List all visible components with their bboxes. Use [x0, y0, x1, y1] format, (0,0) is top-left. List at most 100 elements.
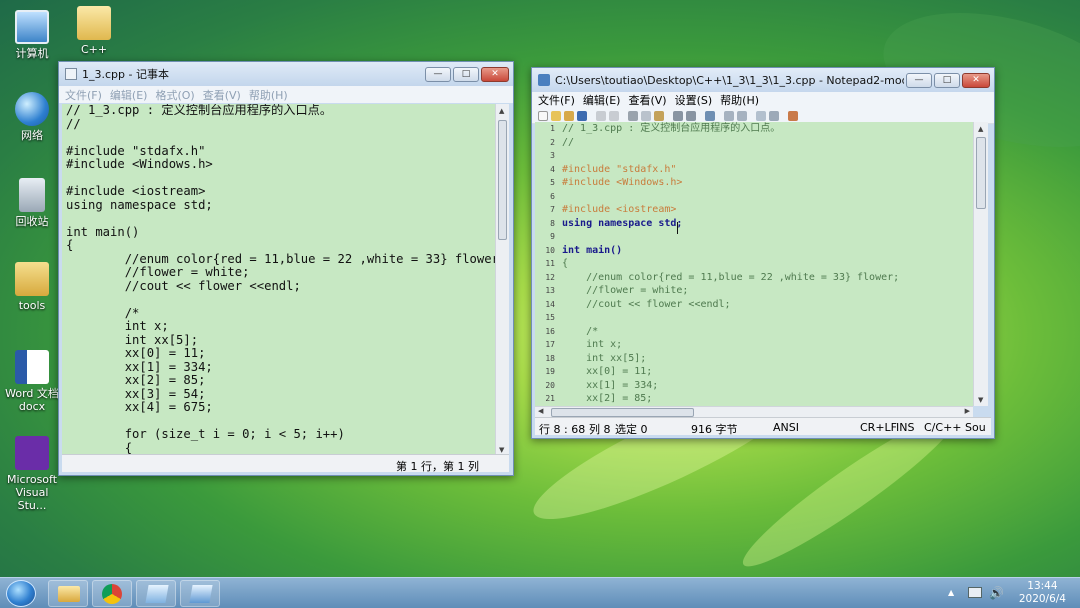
desktop-icon-visual-studio[interactable]: Microsoft Visual Stu...	[0, 436, 64, 512]
notepad-window[interactable]: 1_3.cpp - 记事本 — □ ✕ 文件(F) 编辑(E) 格式(O) 查看…	[58, 61, 514, 476]
scroll-right-arrow-icon[interactable]: ▶	[965, 407, 970, 415]
desktop-icon-word-doc[interactable]: Word 文档 docx	[0, 350, 64, 413]
notepad-code-line: for (size_t i = 0; i < 5; i++)	[66, 427, 345, 441]
settings-icon[interactable]	[769, 110, 779, 121]
menu-file[interactable]: 文件(F)	[538, 92, 575, 108]
notepad-code-line	[66, 415, 491, 429]
desktop-icon-tools[interactable]: tools	[0, 262, 64, 312]
volume-icon[interactable]: 🔊	[989, 586, 1004, 600]
line-number: 17	[545, 340, 555, 349]
clock-time: 13:44	[1027, 580, 1058, 592]
notepad2-code-line: int x;	[562, 339, 623, 350]
notepad2-code-line	[562, 149, 899, 163]
zoom-in-icon[interactable]	[724, 110, 734, 121]
scroll-up-arrow-icon[interactable]: ▲	[499, 107, 504, 115]
restore-button[interactable]: □	[453, 66, 479, 82]
notepad-code-line: xx[4] = 675;	[66, 400, 213, 414]
start-button[interactable]	[6, 580, 36, 607]
notepad2-code-line: xx[2] = 85;	[562, 393, 653, 404]
desktop-icon-network[interactable]: 网络	[0, 92, 64, 142]
line-number: 19	[545, 367, 555, 376]
menu-format[interactable]: 格式(O)	[155, 87, 194, 103]
notepad2-editor[interactable]: 1 2 3 4 5 6 7 8 9 10 11 12 13 14 15 16 17 18 19 20 21 // 1_3…	[535, 122, 988, 406]
desktop-icon-label: C++	[80, 43, 108, 56]
notepad-titlebar[interactable]: 1_3.cpp - 记事本 — □ ✕	[59, 62, 513, 86]
desktop-icon-cpp-folder[interactable]: C++	[62, 6, 126, 56]
desktop-icon-label-line2: docx	[18, 400, 46, 413]
new-file-icon[interactable]	[538, 110, 548, 121]
desktop-icon-label: 回收站	[15, 215, 49, 228]
notepad2-code-line: xx[0] = 11;	[562, 366, 653, 377]
menu-view[interactable]: 查看(V)	[203, 87, 241, 103]
desktop-icon-recycle-bin[interactable]: 回收站	[0, 178, 64, 228]
notepad2-vertical-scrollbar[interactable]: ▲ ▼	[973, 122, 988, 406]
line-number: 12	[545, 272, 555, 282]
notepad-title: 1_3.cpp - 记事本	[82, 68, 169, 81]
scroll-left-arrow-icon[interactable]: ◀	[538, 407, 543, 415]
notepad2-code-text[interactable]: // 1_3.cpp : 定义控制台应用程序的入口点。 // #include "…	[562, 122, 899, 406]
status-language: C/C++ Sou	[924, 421, 986, 434]
taskbar-explorer-button[interactable]	[48, 580, 88, 607]
menu-edit[interactable]: 编辑(E)	[110, 87, 148, 103]
save-icon[interactable]	[577, 110, 587, 121]
notepad2-code-line	[562, 230, 899, 244]
folder-icon	[58, 586, 80, 602]
line-number: 3	[550, 151, 555, 160]
notepad2-window[interactable]: C:\Users\toutiao\Desktop\C++\1_3\1_3\1_3…	[531, 67, 995, 439]
scroll-down-arrow-icon[interactable]: ▼	[499, 446, 504, 454]
restore-button[interactable]: □	[934, 72, 960, 88]
close-button[interactable]: ✕	[962, 72, 990, 88]
desktop-icon-computer[interactable]: 计算机	[0, 10, 64, 60]
taskbar-clock[interactable]: 13:44 2020/6/4	[1019, 580, 1066, 606]
paste-icon[interactable]	[654, 110, 664, 121]
show-hidden-icons-arrow-icon[interactable]: ▲	[948, 588, 954, 597]
minimize-button[interactable]: —	[906, 72, 932, 88]
menu-view[interactable]: 查看(V)	[628, 92, 666, 108]
zoom-out-icon[interactable]	[737, 110, 747, 121]
scrollbar-thumb[interactable]	[976, 137, 986, 209]
menu-edit[interactable]: 编辑(E)	[583, 92, 621, 108]
notepad-app-icon	[65, 68, 77, 80]
notepad2-code-line	[562, 311, 899, 325]
scheme-icon[interactable]	[756, 110, 766, 121]
menu-help[interactable]: 帮助(H)	[249, 87, 288, 103]
notepad-code-line: int xx[5];	[66, 332, 199, 347]
find-icon[interactable]	[673, 110, 683, 121]
cut-icon[interactable]	[628, 110, 638, 121]
text-cursor-icon	[677, 222, 678, 234]
notepad2-titlebar[interactable]: C:\Users\toutiao\Desktop\C++\1_3\1_3\1_3…	[532, 68, 994, 92]
taskbar-notepad2-button[interactable]	[180, 580, 220, 607]
chrome-icon	[102, 584, 122, 604]
taskbar-notepad-button[interactable]	[136, 580, 176, 607]
scroll-down-arrow-icon[interactable]: ▼	[978, 396, 983, 404]
line-number: 8	[550, 218, 555, 228]
close-button[interactable]: ✕	[481, 66, 509, 82]
network-globe-icon	[15, 92, 49, 126]
scrollbar-thumb[interactable]	[498, 120, 507, 240]
notepad2-title: C:\Users\toutiao\Desktop\C++\1_3\1_3\1_3…	[555, 74, 904, 87]
notepad2-icon	[189, 585, 213, 603]
notepad-vertical-scrollbar[interactable]: ▲ ▼	[495, 104, 509, 456]
menu-settings[interactable]: 设置(S)	[675, 92, 713, 108]
menu-file[interactable]: 文件(F)	[65, 87, 102, 103]
network-status-icon[interactable]	[968, 587, 982, 598]
redo-icon[interactable]	[609, 110, 619, 121]
word-wrap-icon[interactable]	[705, 110, 715, 121]
menu-help[interactable]: 帮助(H)	[720, 92, 759, 108]
open-folder-icon[interactable]	[551, 110, 561, 121]
exit-icon[interactable]	[788, 110, 798, 121]
taskbar-chrome-button[interactable]	[92, 580, 132, 607]
copy-icon[interactable]	[641, 110, 651, 121]
status-line-position: 行 8 : 68	[539, 423, 586, 436]
browse-icon[interactable]	[564, 110, 574, 121]
replace-icon[interactable]	[686, 110, 696, 121]
undo-icon[interactable]	[596, 110, 606, 121]
notepad-text-area[interactable]: // 1_3.cpp : 定义控制台应用程序的入口点。// #include "…	[62, 104, 495, 456]
line-number: 11	[545, 259, 555, 268]
notepad-code-line: #include "stdafx.h"	[66, 143, 206, 158]
scrollbar-thumb[interactable]	[551, 408, 694, 417]
scroll-up-arrow-icon[interactable]: ▲	[978, 125, 983, 133]
notepad2-code-line: // 1_3.cpp : 定义控制台应用程序的入口点。	[562, 123, 781, 134]
notepad2-code-line: //	[562, 136, 575, 148]
minimize-button[interactable]: —	[425, 66, 451, 82]
